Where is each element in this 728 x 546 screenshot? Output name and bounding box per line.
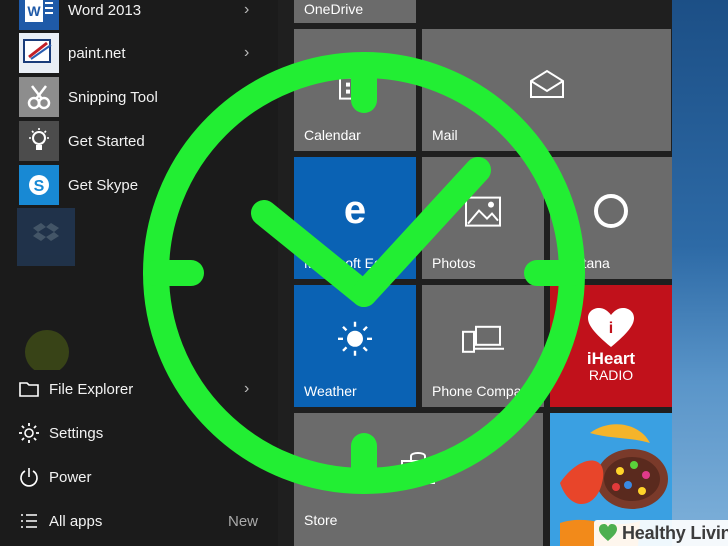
iheart-line1: iHeart: [586, 349, 636, 368]
calendar-icon: [337, 67, 373, 106]
app-label: paint.net: [68, 44, 126, 62]
tile-cortana[interactable]: Cortana: [550, 157, 672, 279]
tile-label: OneDrive: [304, 1, 364, 17]
tile-label: Calendar: [304, 127, 361, 143]
power-label: Power: [49, 468, 92, 486]
power-item[interactable]: Power: [0, 455, 278, 499]
app-label: Get Started: [68, 132, 145, 150]
skype-icon: S: [19, 165, 59, 205]
list-icon: [18, 510, 40, 532]
app-label: Snipping Tool: [68, 88, 158, 106]
tile-phone-companion[interactable]: Phone Companion: [422, 285, 544, 407]
tile-label: Weather: [304, 383, 357, 399]
svg-text:e: e: [344, 191, 366, 231]
photos-icon: [463, 195, 503, 234]
tile-label: Mail: [432, 127, 458, 143]
app-item-get-skype[interactable]: S Get Skype: [0, 163, 278, 207]
app-label: Get Skype: [68, 176, 139, 194]
tile-iheartradio[interactable]: i iHeart RADIO: [550, 285, 672, 407]
tile-store[interactable]: Store: [294, 413, 543, 546]
app-list-panel: W Word 2013 › paint.net › Snipping Tool: [0, 0, 278, 546]
app-label: Word 2013: [68, 1, 142, 19]
healthy-living-watermark: Healthy Living: [594, 520, 728, 546]
start-menu: W Word 2013 › paint.net › Snipping Tool: [0, 0, 672, 546]
svg-text:W: W: [27, 3, 41, 19]
iheart-line2: RADIO: [588, 367, 634, 383]
desktop-wallpaper: [672, 0, 728, 546]
file-explorer-item[interactable]: File Explorer ›: [0, 367, 278, 411]
iheart-logo-icon: i: [586, 307, 636, 354]
dropbox-icon: [17, 208, 75, 266]
cortana-icon: [591, 191, 631, 236]
chevron-right-icon[interactable]: ›: [244, 1, 249, 19]
shopping-bag-icon: [398, 449, 438, 490]
tile-label: Cortana: [560, 255, 610, 271]
tile-weather[interactable]: Weather: [294, 285, 416, 407]
edge-icon: e: [335, 188, 375, 236]
heart-leaf-icon: [599, 524, 617, 541]
app-item-snipping-tool[interactable]: Snipping Tool: [0, 75, 278, 119]
tile-onedrive[interactable]: OneDrive: [294, 0, 416, 23]
tile-edge[interactable]: e Microsoft Edge: [294, 157, 416, 279]
mail-icon: [527, 69, 567, 104]
sun-icon: [334, 318, 376, 365]
tile-mail[interactable]: Mail: [422, 29, 671, 151]
app-item-paintnet[interactable]: paint.net ›: [0, 31, 278, 75]
tile-calendar[interactable]: Calendar: [294, 29, 416, 151]
chevron-right-icon[interactable]: ›: [244, 44, 249, 62]
lightbulb-icon: [19, 121, 59, 161]
svg-text:S: S: [34, 178, 45, 195]
tile-label: Microsoft Edge: [304, 255, 398, 271]
settings-item[interactable]: Settings: [0, 411, 278, 455]
file-explorer-label: File Explorer: [49, 380, 134, 398]
gear-icon: [18, 422, 40, 444]
scissors-icon: [19, 77, 59, 117]
word-icon: W: [19, 0, 59, 30]
tile-label: Photos: [432, 255, 476, 271]
phone-laptop-icon: [460, 324, 506, 361]
iheart-wordmark: iHeart RADIO: [550, 349, 672, 383]
all-apps-item[interactable]: All apps New: [0, 499, 278, 543]
new-badge: New: [228, 512, 259, 530]
all-apps-label: All apps: [49, 512, 103, 530]
watermark-brand: Healthy Living: [622, 522, 728, 543]
chevron-right-icon[interactable]: ›: [244, 380, 249, 398]
spotify-icon: [19, 330, 75, 374]
svg-text:i: i: [609, 320, 613, 337]
app-item-word[interactable]: W Word 2013 ›: [0, 0, 278, 32]
power-icon: [18, 466, 40, 488]
tile-label: Phone Companion: [432, 383, 544, 399]
settings-label: Settings: [49, 424, 104, 442]
tile-label: Store: [304, 512, 338, 528]
app-item-get-started[interactable]: Get Started: [0, 119, 278, 163]
tile-photos[interactable]: Photos: [422, 157, 544, 279]
folder-icon: [18, 378, 40, 400]
paintnet-icon: [19, 33, 59, 73]
